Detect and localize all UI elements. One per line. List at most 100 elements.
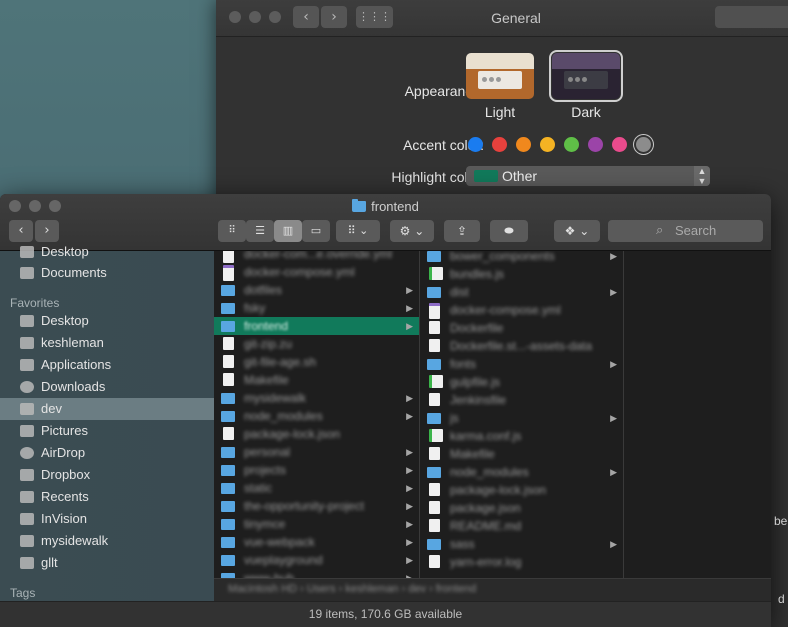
folder-icon (20, 535, 34, 547)
sidebar-item-dev[interactable]: dev (0, 398, 214, 420)
file-row[interactable]: package-lock.json (214, 425, 419, 443)
accent-color-swatch[interactable] (516, 137, 531, 152)
folder-icon (221, 537, 235, 548)
dropbox-button[interactable]: ❖ ⌄ (554, 220, 600, 242)
file-icon (429, 447, 440, 460)
sidebar-item-mysidewalk[interactable]: mysidewalk (0, 530, 214, 552)
file-row[interactable]: gulpfile.js (420, 373, 623, 391)
file-row[interactable]: mysidewalk ▶ (214, 389, 419, 407)
file-row[interactable]: node_modules ▶ (214, 407, 419, 425)
sidebar-item-recents[interactable]: Recents (0, 486, 214, 508)
appearance-light-option[interactable] (466, 53, 534, 99)
file-row[interactable]: README.md (420, 517, 623, 535)
file-row[interactable]: projects ▶ (214, 461, 419, 479)
file-row[interactable]: package-lock.json (420, 481, 623, 499)
action-gear-button[interactable]: ⚙ ⌄ (390, 220, 434, 242)
file-name: vue-webpack (244, 535, 315, 549)
appearance-dark-option[interactable] (549, 50, 623, 102)
desktop-icon (20, 315, 34, 327)
file-row[interactable]: bundles.js (420, 265, 623, 283)
list-view-button[interactable]: ☰ (246, 220, 274, 242)
file-row[interactable]: Dockerfile (420, 319, 623, 337)
sidebar-item-pictures[interactable]: Pictures (0, 420, 214, 442)
file-name: Makefile (244, 373, 289, 387)
back-button[interactable]: ‹ (9, 220, 33, 242)
file-row[interactable]: docker-compose.yml (420, 301, 623, 319)
file-name: package-lock.json (244, 427, 341, 441)
file-row[interactable]: frontend ▶ (214, 317, 419, 335)
accent-color-swatch[interactable] (540, 137, 555, 152)
group-by-button[interactable]: ⠿ ⌄ (336, 220, 380, 242)
accent-color-swatch[interactable] (564, 137, 579, 152)
sidebar-item-documents[interactable]: Documents (0, 262, 214, 284)
folder-icon (427, 287, 441, 298)
prefs-search-input[interactable]: ⌕ (715, 6, 788, 28)
select-arrows-icon: ▲ ▼ (694, 166, 710, 186)
file-row[interactable]: personal ▶ (214, 443, 419, 461)
file-row[interactable]: tinymce ▶ (214, 515, 419, 533)
accent-color-swatch[interactable] (636, 137, 651, 152)
file-row[interactable]: vueplayground ▶ (214, 551, 419, 569)
file-row[interactable]: fonts ▶ (420, 355, 623, 373)
file-row[interactable]: the-opportunity-project ▶ (214, 497, 419, 515)
file-row[interactable]: docker-com...e.override.yml (214, 251, 419, 263)
folder-icon (221, 483, 235, 494)
file-icon (429, 501, 440, 514)
file-row[interactable]: static ▶ (214, 479, 419, 497)
disclosure-chevron-icon: ▶ (610, 251, 617, 261)
folder-icon (427, 413, 441, 424)
file-row[interactable]: Jenkinsfile (420, 391, 623, 409)
accent-color-swatch[interactable] (612, 137, 627, 152)
file-icon (223, 427, 234, 440)
accent-color-swatch[interactable] (492, 137, 507, 152)
icon-view-button[interactable]: ⠿ (218, 220, 246, 242)
share-button[interactable]: ⇪ (444, 220, 480, 242)
pictures-icon (20, 425, 34, 437)
folder-icon (427, 539, 441, 550)
file-row[interactable]: Dockerfile.st...-assets-data (420, 337, 623, 355)
sidebar-item-dropbox[interactable]: Dropbox (0, 464, 214, 486)
file-row[interactable]: www-hub ▶ (214, 569, 419, 578)
file-row[interactable]: Makefile (214, 371, 419, 389)
sidebar-item-downloads[interactable]: Downloads (0, 376, 214, 398)
file-row[interactable]: js ▶ (420, 409, 623, 427)
forward-button[interactable]: › (35, 220, 59, 242)
disclosure-chevron-icon: ▶ (406, 537, 413, 547)
disclosure-chevron-icon: ▶ (610, 287, 617, 297)
disclosure-chevron-icon: ▶ (406, 285, 413, 295)
file-row[interactable]: git-file-age.sh (214, 353, 419, 371)
file-row[interactable]: dist ▶ (420, 283, 623, 301)
file-row[interactable]: git-zip.zu (214, 335, 419, 353)
file-row[interactable]: bower_components ▶ (420, 251, 623, 265)
highlight-color-value: Other (502, 168, 538, 184)
sidebar-item-invision[interactable]: InVision (0, 508, 214, 530)
column-view-button[interactable]: ▥ (274, 220, 302, 242)
file-row[interactable]: node_modules ▶ (420, 463, 623, 481)
file-name: dist (450, 285, 469, 299)
finder-search-input[interactable]: ⌕ Search (608, 220, 763, 242)
file-row[interactable]: dotfiles ▶ (214, 281, 419, 299)
file-row[interactable]: package.json (420, 499, 623, 517)
sidebar-item-applications[interactable]: Applications (0, 354, 214, 376)
file-row[interactable]: Makefile (420, 445, 623, 463)
sidebar-item-airdrop[interactable]: AirDrop (0, 442, 214, 464)
file-icon (429, 303, 440, 319)
file-row[interactable]: karma.conf.js (420, 427, 623, 445)
file-name: bower_components (450, 251, 555, 263)
edge-text-d: d (778, 592, 785, 606)
highlight-color-select[interactable]: Other ▲ ▼ (466, 166, 710, 186)
file-row[interactable]: fsky ▶ (214, 299, 419, 317)
accent-color-swatch[interactable] (588, 137, 603, 152)
file-row[interactable]: yarn-error.log (420, 553, 623, 571)
sidebar-item-keshleman[interactable]: keshleman (0, 332, 214, 354)
accent-color-swatch[interactable] (468, 137, 483, 152)
file-row[interactable]: docker-compose.yml (214, 263, 419, 281)
tag-button[interactable]: ⬬ (490, 220, 528, 242)
sidebar-item-desktop[interactable]: Desktop (0, 310, 214, 332)
sidebar-item-gllt[interactable]: gllt (0, 552, 214, 574)
file-row[interactable]: sass ▶ (420, 535, 623, 553)
sidebar-item-desktop[interactable]: Desktop (0, 241, 214, 263)
file-row[interactable]: vue-webpack ▶ (214, 533, 419, 551)
gallery-view-button[interactable]: ▭ (302, 220, 330, 242)
disclosure-chevron-icon: ▶ (406, 555, 413, 565)
